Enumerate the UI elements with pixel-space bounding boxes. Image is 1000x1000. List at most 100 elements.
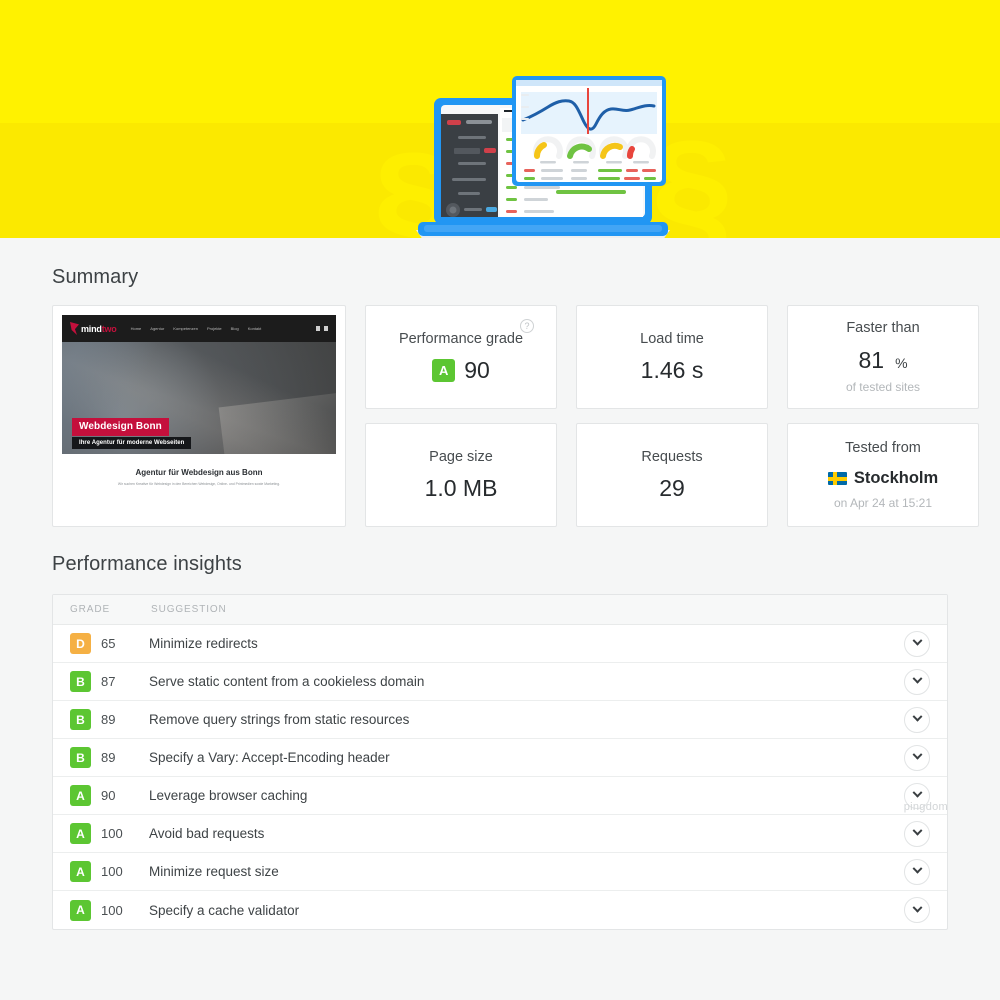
thumb-nav-item: Projekte xyxy=(206,326,222,331)
metric-label: Tested from xyxy=(845,440,921,457)
metric-card-load-time: Load time 1.46 s xyxy=(576,305,768,409)
thumb-search-icon xyxy=(316,326,320,331)
faster-than-percent: 81 xyxy=(858,346,885,373)
row-suggestion: Avoid bad requests xyxy=(149,826,265,841)
pingdom-watermark: pingdom xyxy=(903,801,948,813)
metric-card-tested-from: Tested from Stockholm on Apr 24 at 15:21 xyxy=(787,423,979,527)
metric-label: Load time xyxy=(640,330,704,347)
metric-card-requests: Requests 29 xyxy=(576,423,768,527)
row-score: 90 xyxy=(101,788,116,803)
chevron-down-icon xyxy=(912,787,922,798)
metric-value: 81 % xyxy=(858,346,908,373)
row-suggestion: Remove query strings from static resourc… xyxy=(149,712,410,727)
thumb-hero-subbanner: Ihre Agentur für moderne Webseiten xyxy=(72,437,192,449)
chevron-down-icon xyxy=(912,825,922,836)
row-suggestion: Minimize redirects xyxy=(149,636,258,651)
site-thumbnail-preview: mindtwo Home Agentur Kompetenzen Projekt… xyxy=(62,315,336,517)
summary-heading: Summary xyxy=(52,266,139,288)
metric-card-page-size: Page size 1.0 MB xyxy=(365,423,557,527)
metric-label: Performance grade xyxy=(398,330,524,347)
table-row[interactable]: D 65 Minimize redirects xyxy=(53,625,947,663)
row-suggestion: Leverage browser caching xyxy=(149,788,308,803)
expand-row-button[interactable] xyxy=(904,630,930,657)
percent-symbol: % xyxy=(895,354,908,371)
table-row[interactable]: A 100 Specify a cache validator xyxy=(53,891,947,929)
thumb-nav-item: Kontakt xyxy=(247,326,262,331)
page-body: Summary mindtwo Home Agentur Kompetenzen… xyxy=(0,266,1000,930)
row-grade-badge: B xyxy=(70,747,91,768)
thumb-nav-item: Agentur xyxy=(150,326,165,331)
thumb-nav-item: Home xyxy=(130,326,142,331)
chevron-down-icon xyxy=(912,863,922,874)
thumb-logo: mindtwo xyxy=(70,322,117,335)
thumb-navbar: mindtwo Home Agentur Kompetenzen Projekt… xyxy=(62,315,336,342)
table-header-row: GRADE SUGGESTION xyxy=(53,595,947,625)
metric-label: Requests xyxy=(641,448,703,465)
expand-row-button[interactable] xyxy=(904,820,930,847)
row-score: 100 xyxy=(101,902,123,918)
row-suggestion: Specify a Vary: Accept-Encoding header xyxy=(149,750,390,765)
metric-value: 1.46 s xyxy=(640,357,704,384)
location-name: Stockholm xyxy=(853,468,939,487)
thumb-hero-image: Webdesign Bonn Ihre Agentur für moderne … xyxy=(62,342,336,454)
summary-grid: mindtwo Home Agentur Kompetenzen Projekt… xyxy=(52,305,979,527)
chevron-down-icon xyxy=(912,711,922,722)
table-row[interactable]: B 87 Serve static content from a cookieles… xyxy=(53,663,947,701)
metric-label: Faster than xyxy=(846,320,920,337)
thumb-logo-text: mindtwo xyxy=(81,324,117,334)
thumb-nav-item: Blog xyxy=(230,326,239,331)
row-suggestion: Specify a cache validator xyxy=(149,902,300,918)
thumb-hero-banner: Webdesign Bonn xyxy=(72,418,169,436)
thumb-logo-text-a: mind xyxy=(81,323,102,334)
row-grade-badge: A xyxy=(70,823,91,844)
row-grade-badge: A xyxy=(70,899,91,921)
insights-heading: Performance insights xyxy=(52,553,242,575)
thumb-nav-item: Kompetenzen xyxy=(173,326,198,331)
thumb-nav-links: Home Agentur Kompetenzen Projekte Blog K… xyxy=(131,326,262,331)
row-grade-badge: D xyxy=(70,633,91,654)
expand-row-button[interactable] xyxy=(904,858,930,885)
table-row[interactable]: B 89 Remove query strings from static reso… xyxy=(53,701,947,739)
metric-subtext: on Apr 24 at 15:21 xyxy=(833,495,933,510)
metric-value: 29 xyxy=(659,475,685,502)
laptop-dashboard-illustration xyxy=(416,76,670,238)
thumb-menu-icon xyxy=(324,326,328,331)
metric-subtext: of tested sites xyxy=(845,379,921,394)
row-score: 65 xyxy=(101,636,116,651)
thumb-logo-text-b: two xyxy=(101,323,117,334)
thumb-body-paragraph: Wir suchen Kreative für Webdesign in den… xyxy=(117,482,281,486)
metric-value: 1.0 MB xyxy=(424,475,498,502)
thumb-nav-icons xyxy=(316,326,328,331)
grade-badge: A xyxy=(432,359,456,383)
row-score: 100 xyxy=(101,826,123,841)
column-header-suggestion: SUGGESTION xyxy=(151,604,227,615)
expand-row-button[interactable] xyxy=(904,897,930,923)
row-suggestion: Minimize request size xyxy=(149,864,279,879)
row-score: 89 xyxy=(101,712,116,727)
row-score: 100 xyxy=(101,864,123,879)
expand-row-button[interactable] xyxy=(904,744,930,771)
table-row[interactable]: A 100 Avoid bad requests xyxy=(53,815,947,853)
metric-value: A 90 xyxy=(432,359,490,383)
hero-banner: § § xyxy=(0,0,1000,238)
site-thumbnail-card[interactable]: mindtwo Home Agentur Kompetenzen Projekt… xyxy=(52,305,346,527)
thumb-logo-mark-icon xyxy=(70,322,79,335)
chevron-down-icon xyxy=(912,902,922,913)
thumb-body: Agentur für Webdesign aus Bonn Wir suche… xyxy=(62,454,336,488)
row-grade-badge: B xyxy=(70,671,91,692)
row-suggestion: Serve static content from a cookieless d… xyxy=(149,674,425,689)
thumb-body-heading: Agentur für Webdesign aus Bonn xyxy=(135,468,263,477)
table-row[interactable]: A 100 Minimize request size xyxy=(53,853,947,891)
metric-label: Page size xyxy=(429,448,493,465)
chevron-down-icon xyxy=(912,635,922,646)
chevron-down-icon xyxy=(912,673,922,684)
help-icon[interactable]: ? xyxy=(520,319,534,333)
metric-card-performance-grade: ? Performance grade A 90 xyxy=(365,305,557,409)
expand-row-button[interactable] xyxy=(904,706,930,733)
table-row[interactable]: B 89 Specify a Vary: Accept-Encoding heade… xyxy=(53,739,947,777)
row-grade-badge: B xyxy=(70,709,91,730)
expand-row-button[interactable] xyxy=(904,668,930,695)
table-row[interactable]: A 90 Leverage browser caching xyxy=(53,777,947,815)
tested-from-location: Stockholm xyxy=(827,468,939,488)
performance-insights-table: GRADE SUGGESTION D 65 Minimize redirects B 8… xyxy=(52,594,948,930)
